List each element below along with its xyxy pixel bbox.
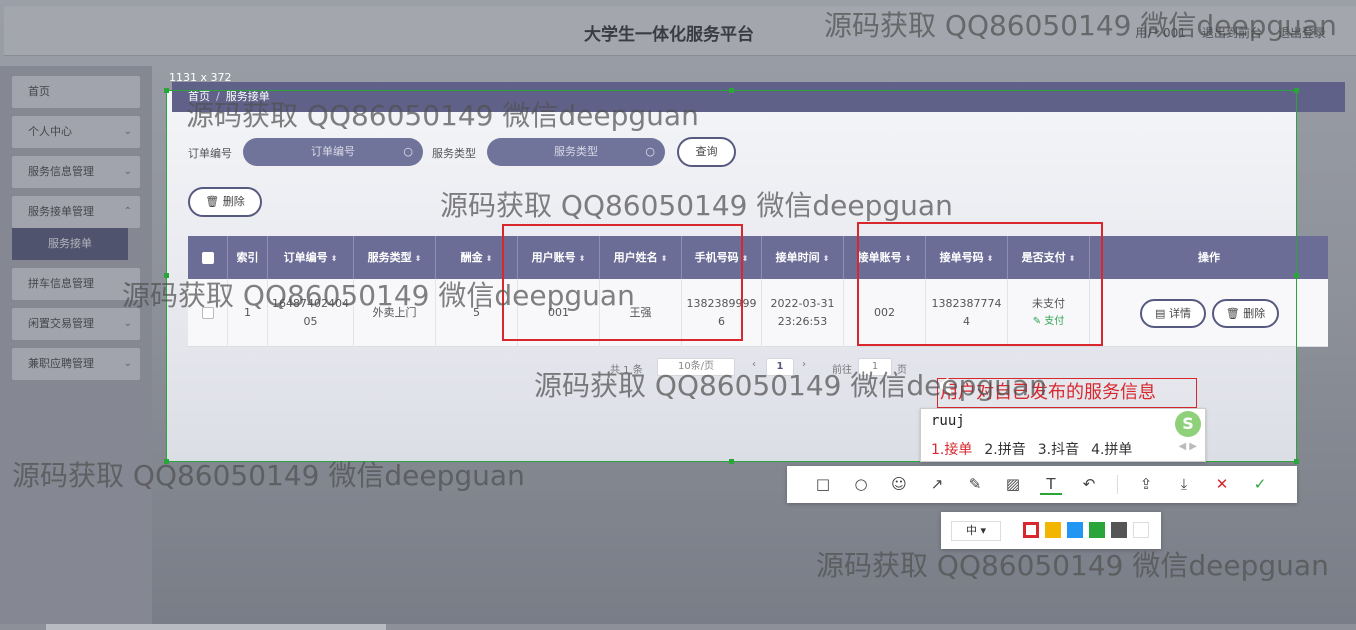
selection-size-label: 1131 x 372 — [169, 71, 232, 84]
toolbar-divider — [1117, 475, 1118, 494]
resize-handle[interactable] — [729, 88, 734, 93]
resize-handle[interactable] — [164, 273, 169, 278]
resize-handle[interactable] — [164, 88, 169, 93]
text-style-bar: 中 ▾ — [941, 512, 1161, 549]
close-icon[interactable]: ✕ — [1211, 473, 1233, 495]
color-swatch-blue[interactable] — [1067, 522, 1083, 538]
resize-handle[interactable] — [1294, 459, 1299, 464]
ime-candidate[interactable]: 1.接单 — [931, 439, 972, 459]
color-swatch-white[interactable] — [1133, 522, 1149, 538]
font-size-select[interactable]: 中 ▾ — [951, 521, 1001, 541]
confirm-check-icon[interactable]: ✓ — [1249, 473, 1271, 495]
emoji-tool-icon[interactable]: ☺ — [888, 473, 910, 495]
text-tool-icon[interactable]: T — [1040, 473, 1062, 495]
scrollbar-thumb[interactable] — [46, 624, 386, 630]
ime-candidate[interactable]: 2.拼音 — [984, 439, 1025, 459]
screenshot-toolbar: □ ○ ☺ ↗ ✎ ▨ T ↶ ⇪ ⤓ ✕ ✓ — [787, 466, 1297, 503]
download-icon[interactable]: ⤓ — [1173, 473, 1195, 495]
color-swatch-red[interactable] — [1023, 522, 1039, 538]
ime-page-arrows-icon[interactable]: ◀ ▶ — [1178, 441, 1197, 452]
selection-frame[interactable] — [166, 90, 1297, 462]
caret-down-icon: ▾ — [980, 524, 987, 537]
ime-candidate[interactable]: 4.拼单 — [1091, 439, 1132, 459]
share-icon[interactable]: ⇪ — [1135, 473, 1157, 495]
color-swatch-green[interactable] — [1089, 522, 1105, 538]
ime-candidates: 1.接单 2.拼音 3.抖音 4.拼单 — [931, 439, 1132, 459]
ime-candidate[interactable]: 3.抖音 — [1038, 439, 1079, 459]
font-size-value: 中 — [965, 524, 977, 537]
mosaic-tool-icon[interactable]: ▨ — [1002, 473, 1024, 495]
ime-candidate-window: ruuj S 1.接单 2.拼音 3.抖音 4.拼单 ◀ ▶ — [920, 408, 1206, 462]
sogou-logo-icon: S — [1175, 411, 1201, 437]
arrow-tool-icon[interactable]: ↗ — [926, 473, 948, 495]
resize-handle[interactable] — [1294, 88, 1299, 93]
rectangle-tool-icon[interactable]: □ — [812, 473, 834, 495]
pen-tool-icon[interactable]: ✎ — [964, 473, 986, 495]
undo-icon[interactable]: ↶ — [1078, 473, 1100, 495]
resize-handle[interactable] — [1294, 273, 1299, 278]
resize-handle[interactable] — [164, 459, 169, 464]
color-swatch-gray[interactable] — [1111, 522, 1127, 538]
resize-handle[interactable] — [729, 459, 734, 464]
ime-composition: ruuj — [931, 413, 965, 429]
ellipse-tool-icon[interactable]: ○ — [850, 473, 872, 495]
color-swatch-yellow[interactable] — [1045, 522, 1061, 538]
